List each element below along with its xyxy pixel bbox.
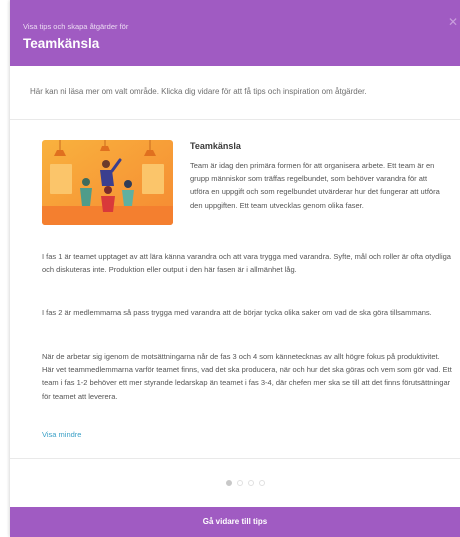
teamwork-illustration <box>42 140 173 225</box>
header-kicker: Visa tips och skapa åtgärder för <box>23 22 129 31</box>
card-description: Team är idag den primära formen för att … <box>190 161 440 210</box>
card-title: Teamkänsla <box>190 141 241 151</box>
intro-text: Här kan ni läsa mer om valt område. Klic… <box>30 87 367 96</box>
continue-to-tips-button[interactable]: Gå vidare till tips <box>10 507 460 537</box>
modal-header: Visa tips och skapa åtgärder för Teamkän… <box>10 0 460 66</box>
divider-top <box>10 119 460 120</box>
pagination-dots <box>226 480 265 488</box>
pagination-dot[interactable] <box>248 480 254 486</box>
continue-to-tips-label: Gå vidare till tips <box>202 517 268 526</box>
pagination-dot[interactable] <box>259 480 265 486</box>
pagination-dot[interactable] <box>237 480 243 486</box>
divider-bottom <box>10 458 460 459</box>
paragraph-phase-2: I fas 2 är medlemmarna så pass trygga me… <box>42 308 432 317</box>
pagination-dot[interactable] <box>226 480 232 486</box>
tips-modal: Visa tips och skapa åtgärder för Teamkän… <box>10 0 460 537</box>
modal-title: Teamkänsla <box>23 36 100 51</box>
close-icon[interactable]: ✕ <box>448 16 458 28</box>
paragraph-phase-3-4: När de arbetar sig igenom de motsättning… <box>42 352 452 401</box>
paragraph-phase-1: I fas 1 är teamet upptaget av att lära k… <box>42 252 451 275</box>
show-less-link[interactable]: Visa mindre <box>42 430 81 439</box>
